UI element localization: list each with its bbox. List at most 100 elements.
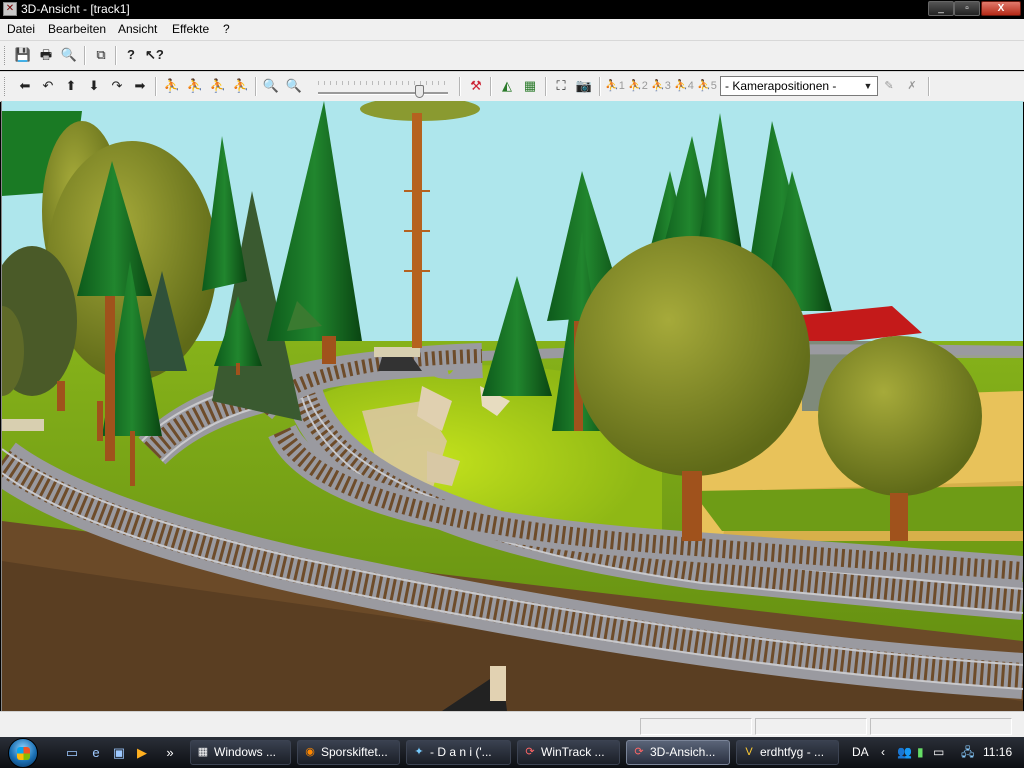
task-label: Windows ... bbox=[214, 745, 277, 759]
camera-slot-2-label: 2 bbox=[641, 80, 648, 92]
task-label: erdhtfyg - ... bbox=[760, 745, 825, 759]
camera-position-value: - Kamerapositionen - bbox=[725, 79, 837, 93]
camera-slot-3-label: 3 bbox=[664, 80, 671, 92]
toolbar-separator bbox=[459, 77, 461, 96]
delete-camera-icon[interactable]: ✗ bbox=[903, 77, 921, 95]
3d-scene bbox=[2, 101, 1023, 711]
walk-around-icon[interactable]: ⛹ bbox=[232, 77, 250, 95]
internet-explorer-icon[interactable]: e bbox=[88, 745, 104, 761]
close-button[interactable]: X bbox=[981, 1, 1021, 16]
turn-left-icon[interactable]: ↶ bbox=[39, 77, 57, 95]
paint-icon: V bbox=[745, 746, 753, 758]
zoom-in-icon[interactable]: 🔍 bbox=[285, 77, 303, 95]
toolbar-separator bbox=[155, 77, 157, 96]
camera-slot-4-label: 4 bbox=[687, 80, 694, 92]
wintrack-icon: ⟳ bbox=[525, 746, 535, 758]
title-bar: ✕ 3D-Ansicht - [track1] _ ▫ X bbox=[0, 0, 1024, 19]
walk-down-icon[interactable]: ⛹ bbox=[209, 77, 227, 95]
zoom-slider-thumb[interactable] bbox=[414, 85, 424, 98]
menu-help[interactable]: ? bbox=[223, 22, 230, 36]
messenger-icon: ✦ bbox=[414, 746, 424, 758]
zoom-slider-ticks bbox=[318, 81, 448, 85]
camera-slot-5-label: 5 bbox=[710, 80, 717, 92]
language-indicator[interactable]: DA bbox=[852, 737, 869, 768]
grid-icon[interactable]: ▦ bbox=[521, 77, 539, 95]
maximize-button[interactable]: ▫ bbox=[954, 1, 980, 16]
toolbar-gripper[interactable] bbox=[4, 77, 8, 96]
camera-slot-4[interactable]: ⛹4 bbox=[674, 77, 694, 95]
menu-bearbeiten[interactable]: Bearbeiten bbox=[48, 22, 106, 36]
move-down-icon[interactable]: ⬇ bbox=[85, 77, 103, 95]
task-sporskiftet[interactable]: ◉ Sporskiftet... bbox=[297, 740, 400, 765]
turn-right-icon[interactable]: ↷ bbox=[108, 77, 126, 95]
minimize-button[interactable]: _ bbox=[928, 1, 954, 16]
quick-launch-chevron[interactable]: » bbox=[162, 745, 178, 761]
move-left-icon[interactable]: ⬅ bbox=[16, 77, 34, 95]
switch-windows-icon[interactable]: ▣ bbox=[111, 745, 127, 761]
tray-expand-icon[interactable]: ‹ bbox=[881, 737, 885, 768]
camera-icon[interactable]: 📷 bbox=[575, 77, 593, 95]
standard-toolbar: 💾 🖶 🔍 ⧉ ? ↖? bbox=[0, 41, 1024, 70]
clock[interactable]: 11:16 bbox=[983, 737, 1012, 768]
tray-window-icon[interactable]: ▭ bbox=[933, 737, 944, 768]
menu-bar: Datei Bearbeiten Ansicht Effekte ? bbox=[0, 19, 1024, 41]
terrain-icon[interactable]: ◭ bbox=[498, 77, 516, 95]
status-bar bbox=[0, 711, 1024, 738]
task-label: - D a n i ('... bbox=[430, 745, 492, 759]
move-up-icon[interactable]: ⬆ bbox=[62, 77, 80, 95]
menu-effekte[interactable]: Effekte bbox=[172, 22, 209, 36]
media-player-icon[interactable]: ▶ bbox=[134, 745, 150, 761]
menu-ansicht[interactable]: Ansicht bbox=[118, 22, 157, 36]
camera-slot-2[interactable]: ⛹2 bbox=[628, 77, 648, 95]
window-title: 3D-Ansicht - [track1] bbox=[21, 2, 130, 16]
task-label: WinTrack ... bbox=[541, 745, 605, 759]
fit-view-icon[interactable]: ⛶ bbox=[552, 77, 570, 95]
toolbar-separator bbox=[115, 46, 117, 65]
print-preview-icon[interactable]: 🔍 bbox=[60, 46, 78, 64]
camera-slot-5[interactable]: ⛹5 bbox=[697, 77, 717, 95]
toolbar-separator bbox=[545, 77, 547, 96]
network-icon[interactable]: 🖧 bbox=[961, 737, 974, 768]
3d-viewport[interactable] bbox=[1, 101, 1023, 711]
start-button[interactable] bbox=[8, 738, 38, 768]
toolbar-separator bbox=[84, 46, 86, 65]
walk-forward-icon[interactable]: ⛹ bbox=[163, 77, 181, 95]
task-3d-ansicht[interactable]: ⟳ 3D-Ansich... bbox=[626, 740, 730, 765]
zoom-out-icon[interactable]: 🔍 bbox=[262, 77, 280, 95]
menu-datei[interactable]: Datei bbox=[7, 22, 35, 36]
walk-up-icon[interactable]: ⛹ bbox=[186, 77, 204, 95]
chevron-down-icon[interactable]: ▼ bbox=[861, 78, 875, 94]
show-desktop-icon[interactable]: ▭ bbox=[64, 745, 80, 761]
task-dani[interactable]: ✦ - D a n i ('... bbox=[406, 740, 511, 765]
camera-position-select[interactable]: - Kamerapositionen - ▼ bbox=[720, 76, 878, 96]
status-pane bbox=[870, 718, 1012, 735]
move-right-icon[interactable]: ➡ bbox=[131, 77, 149, 95]
network-users-icon[interactable]: 👥 bbox=[897, 737, 912, 768]
folder-icon: ▦ bbox=[197, 746, 209, 758]
toolbar-separator bbox=[255, 77, 257, 96]
context-help-icon[interactable]: ↖? bbox=[145, 46, 164, 64]
windows-logo-icon bbox=[17, 747, 30, 760]
toolbar-separator bbox=[490, 77, 492, 96]
zoom-slider[interactable] bbox=[318, 92, 448, 95]
status-pane bbox=[640, 718, 752, 735]
tray-app-icon[interactable]: ▮ bbox=[917, 737, 924, 768]
task-erdhtfyg[interactable]: V erdhtfyg - ... bbox=[736, 740, 839, 765]
copy-icon[interactable]: ⧉ bbox=[92, 46, 110, 64]
firefox-icon: ◉ bbox=[305, 746, 315, 758]
task-wintrack[interactable]: ⟳ WinTrack ... bbox=[517, 740, 620, 765]
task-label: 3D-Ansich... bbox=[650, 745, 716, 759]
print-icon[interactable]: 🖶 bbox=[37, 46, 55, 64]
toolbar-gripper[interactable] bbox=[4, 46, 8, 65]
help-icon[interactable]: ? bbox=[122, 46, 140, 64]
wintrack-icon: ⟳ bbox=[634, 746, 644, 758]
task-windows[interactable]: ▦ Windows ... bbox=[190, 740, 291, 765]
save-camera-icon[interactable]: ✎ bbox=[880, 77, 898, 95]
status-pane bbox=[755, 718, 867, 735]
camera-slot-3[interactable]: ⛹3 bbox=[651, 77, 671, 95]
camera-slot-1[interactable]: ⛹1 bbox=[605, 77, 625, 95]
app-icon[interactable]: ✕ bbox=[3, 2, 17, 16]
track-view-icon[interactable]: ⚒ bbox=[467, 77, 485, 95]
save-icon[interactable]: 💾 bbox=[14, 46, 32, 64]
toolbar-separator bbox=[928, 77, 930, 96]
